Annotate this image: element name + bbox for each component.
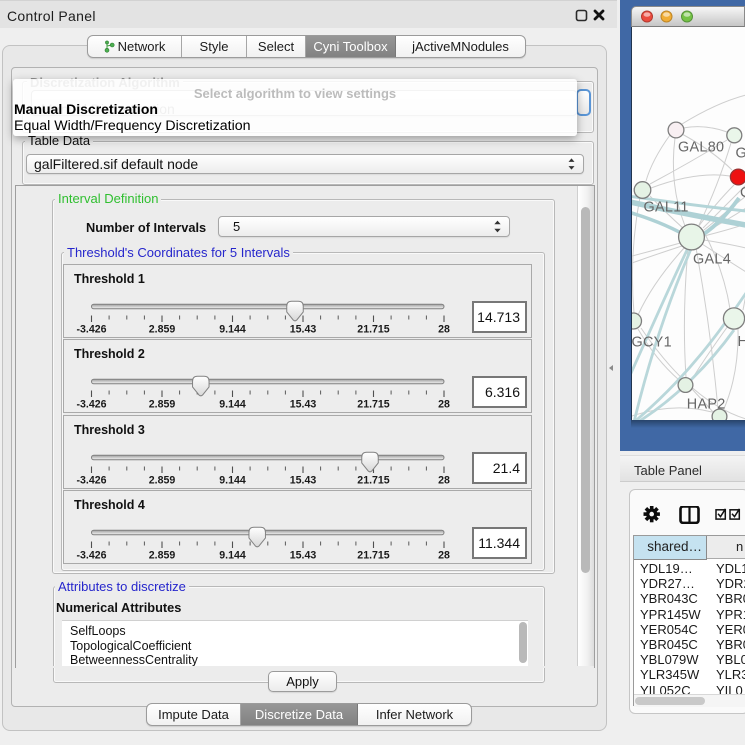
- svg-text:-3.426: -3.426: [76, 399, 106, 411]
- svg-text:15.43: 15.43: [290, 399, 317, 411]
- svg-text:21.715: 21.715: [357, 550, 390, 562]
- svg-text:HAP2: HAP2: [687, 397, 726, 413]
- svg-text:15.43: 15.43: [290, 475, 317, 487]
- svg-text:28: 28: [438, 475, 450, 487]
- svg-text:2.859: 2.859: [149, 550, 176, 562]
- svg-text:9.144: 9.144: [219, 399, 246, 411]
- svg-text:9.144: 9.144: [219, 475, 246, 487]
- svg-text:2.859: 2.859: [149, 475, 176, 487]
- svg-text:15.43: 15.43: [290, 550, 317, 562]
- svg-text:GCY1: GCY1: [632, 335, 672, 351]
- svg-text:-3.426: -3.426: [76, 550, 106, 562]
- svg-text:GAL4: GAL4: [693, 251, 731, 267]
- svg-text:21.715: 21.715: [357, 475, 390, 487]
- svg-text:H: H: [738, 334, 745, 350]
- svg-text:28: 28: [438, 550, 450, 562]
- svg-text:2.859: 2.859: [149, 324, 176, 336]
- svg-text:-3.426: -3.426: [76, 324, 106, 336]
- svg-text:21.715: 21.715: [357, 324, 390, 336]
- svg-text:GAL11: GAL11: [644, 200, 689, 216]
- svg-text:28: 28: [438, 399, 450, 411]
- svg-text:28: 28: [438, 324, 450, 336]
- svg-text:21.715: 21.715: [357, 399, 390, 411]
- svg-text:2.859: 2.859: [149, 399, 176, 411]
- svg-text:15.43: 15.43: [290, 324, 317, 336]
- svg-text:9.144: 9.144: [219, 550, 246, 562]
- svg-text:-3.426: -3.426: [76, 475, 106, 487]
- svg-text:GAL80: GAL80: [678, 140, 724, 156]
- svg-text:9.144: 9.144: [219, 324, 246, 336]
- svg-text:GAL3: GAL3: [736, 146, 745, 162]
- svg-text:CY: CY: [740, 185, 745, 201]
